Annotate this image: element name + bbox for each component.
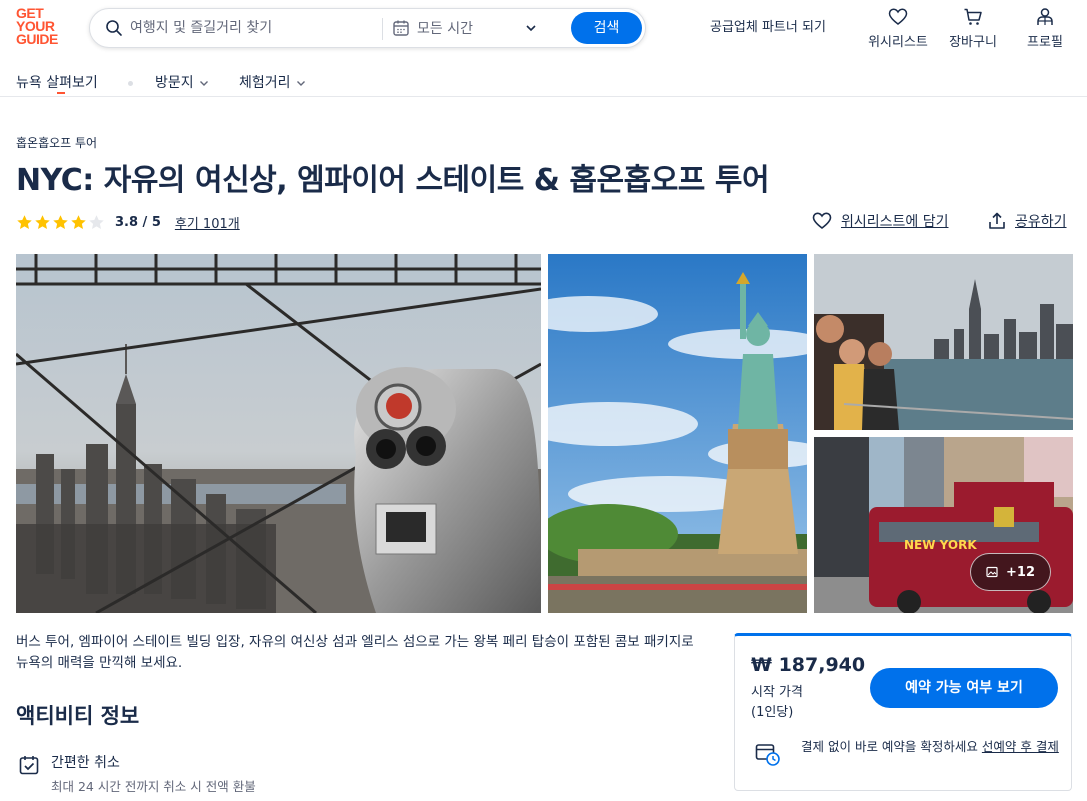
reserve-text-body: 결제 없이 바로 예약을 확정하세요 [801,739,982,754]
subnav-item-experiences-label: 체험거리 [239,75,291,91]
heart-icon [812,212,832,230]
date-picker-label[interactable]: 모든 시간 [417,18,473,38]
image-icon [986,566,998,578]
check-availability-button[interactable]: 예약 가능 여부 보기 [870,668,1058,708]
share-icon [989,212,1005,229]
cart-nav-label: 장바구니 [949,35,997,50]
chevron-down-icon [296,81,305,86]
sub-navigation: 뉴욕 살펴보기 방문지 체험거리 [0,56,1087,97]
activity-info-title: 액티비티 정보 [16,704,140,728]
search-bar: 모든 시간 검색 [89,8,646,48]
calendar-icon [393,20,409,36]
statue-of-liberty-photo [548,254,807,613]
reviews-link[interactable]: 후기 101개 [175,213,240,232]
star-empty-icon [89,214,104,229]
binoculars-photo [16,254,541,613]
calendar-check-icon [19,756,39,775]
subnav-active-indicator [57,92,65,94]
add-to-wishlist-button[interactable]: 위시리스트에 담기 [812,211,949,231]
reserve-now-pay-later-link[interactable]: 선예약 후 결제 [982,739,1059,754]
subnav-item-experiences[interactable]: 체험거리 [239,72,307,92]
heart-icon [888,8,908,25]
reserve-now-pay-later-text: 결제 없이 바로 예약을 확정하세요 선예약 후 결제 [801,737,1063,756]
search-divider [382,18,383,40]
gallery-image-main-binoculars[interactable] [16,254,541,613]
add-to-wishlist-label: 위시리스트에 담기 [841,214,949,230]
rating-row: 3.8 / 5 후기 101개 [16,211,240,233]
gallery-image-ferry-passengers[interactable] [814,254,1073,430]
cart-icon [964,8,982,25]
price-per-person-label: (1인당) [751,705,794,720]
reserve-later-icon [755,744,780,766]
subnav-item-explore[interactable]: 뉴욕 살펴보기 [16,72,98,92]
booking-card: ₩ 187,940 시작 가격 (1인당) 예약 가능 여부 보기 결제 없이 … [734,633,1072,791]
search-icon [106,20,122,36]
more-photos-button[interactable]: +12 [970,553,1051,591]
wishlist-nav-label: 위시리스트 [868,35,928,50]
chevron-down-icon[interactable] [524,21,538,35]
star-filled-icon [17,214,32,229]
more-photos-count: +12 [1006,564,1035,580]
ferry-passengers-photo [814,254,1073,430]
activity-description: 버스 투어, 엠파이어 스테이트 빌딩 입장, 자유의 여신상 섬과 엘리스 섬… [16,634,694,671]
chevron-down-icon [199,81,208,86]
partner-link[interactable]: 공급업체 파트너 되기 [710,16,826,35]
subnav-item-places-label: 방문지 [155,75,194,91]
star-filled-icon [71,214,86,229]
rating-value: 3.8 / 5 [115,214,161,230]
gallery-image-statue-of-liberty[interactable] [548,254,807,613]
page-title: NYC: 자유의 여신상, 엠파이어 스테이트 & 홉온홉오프 투어 [16,163,770,198]
search-button[interactable]: 검색 [571,12,642,44]
header: GET YOUR GUIDE 모든 시간 검색 공급업체 파트너 되기 위시리스… [0,0,1087,56]
profile-nav-label: 프로필 [1027,35,1063,50]
share-button[interactable]: 공유하기 [988,211,1067,231]
cart-nav-button[interactable]: 장바구니 [944,7,1002,50]
feature-subtitle: 최대 24 시간 전까지 취소 시 전액 환불 [51,779,256,794]
bus-sign-text: NEW YORK [904,538,977,552]
share-label: 공유하기 [1015,214,1067,230]
star-filled-icon [35,214,50,229]
search-input[interactable] [130,17,370,39]
subnav-separator [128,81,133,86]
profile-nav-button[interactable]: 프로필 [1018,7,1072,50]
subnav-item-places[interactable]: 방문지 [155,72,210,92]
category-breadcrumb[interactable]: 홉온홉오프 투어 [16,134,97,151]
rating-stars [16,214,105,231]
star-filled-icon [53,214,68,229]
price-from-label: 시작 가격 [751,685,803,700]
feature-title: 간편한 취소 [51,755,120,771]
price-value: ₩ 187,940 [751,654,866,676]
profile-icon [1037,8,1053,25]
getyourguide-logo[interactable]: GET YOUR GUIDE [16,6,70,51]
wishlist-nav-button[interactable]: 위시리스트 [866,7,930,50]
